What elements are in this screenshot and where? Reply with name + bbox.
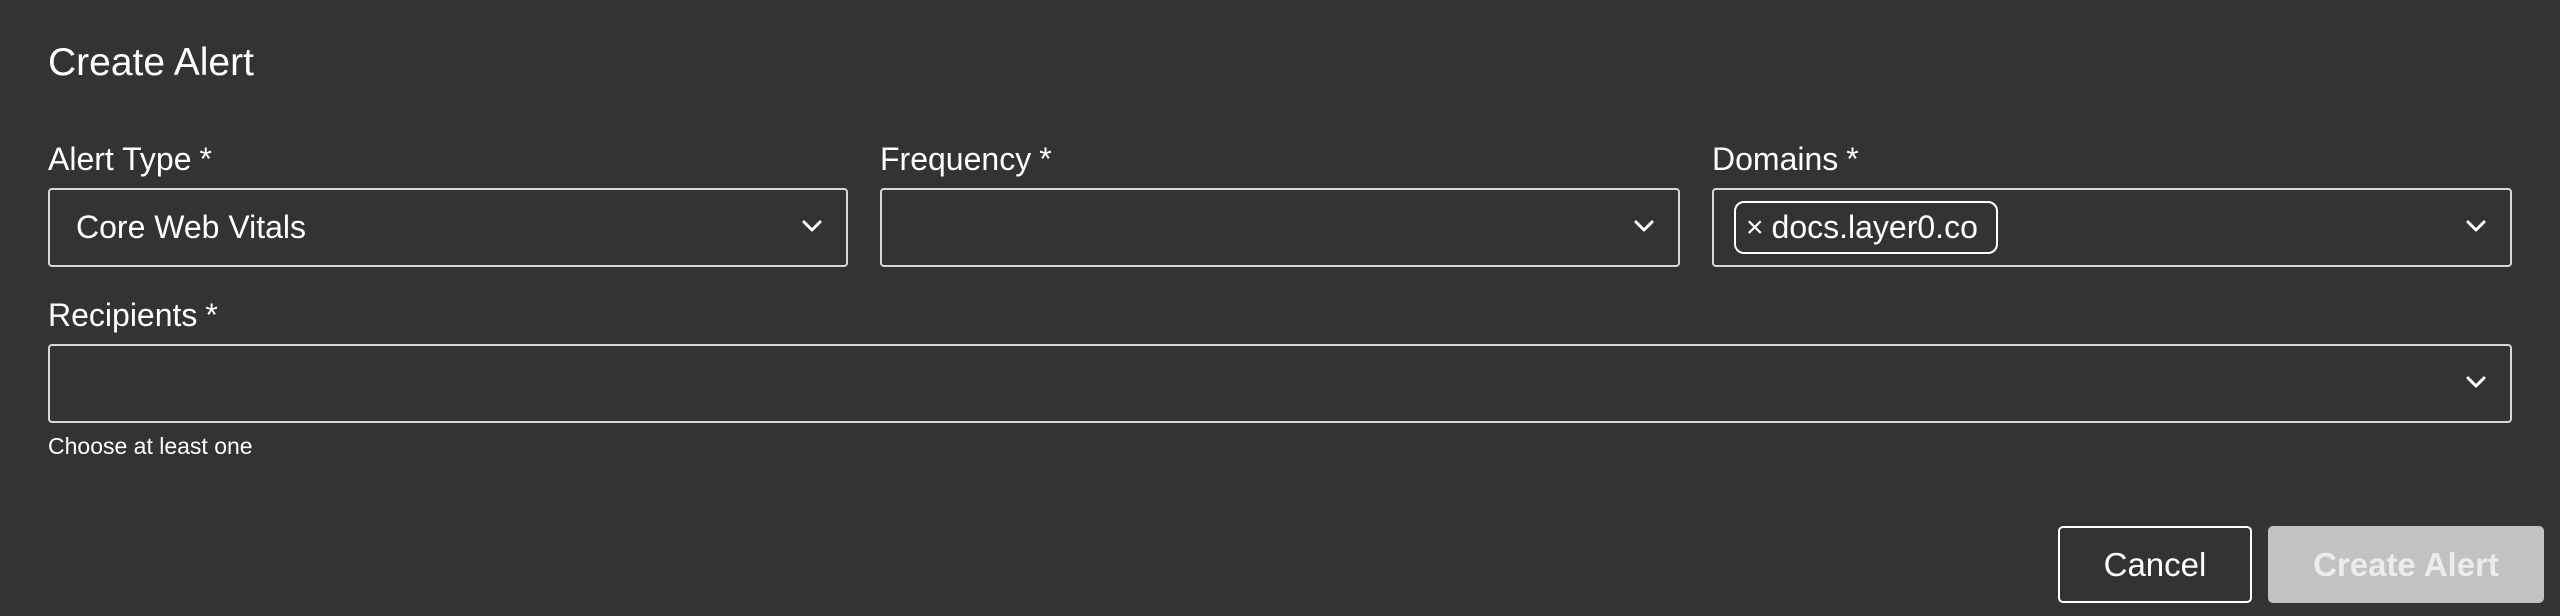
domains-label: Domains * — [1712, 139, 1859, 179]
chevron-down-icon[interactable] — [802, 219, 822, 233]
frequency-label: Frequency * — [880, 139, 1052, 179]
chevron-down-icon[interactable] — [2466, 219, 2486, 233]
alert-type-label-text: Alert Type — [48, 141, 192, 177]
recipients-select[interactable] — [48, 344, 2512, 423]
recipients-helper-text: Choose at least one — [48, 433, 253, 459]
required-mark: * — [205, 297, 218, 333]
required-mark: * — [1039, 141, 1052, 177]
domains-label-text: Domains — [1712, 141, 1839, 177]
alert-type-select[interactable]: Core Web Vitals — [48, 188, 848, 267]
domain-chip-label: docs.layer0.co — [1771, 209, 1978, 245]
alert-type-value: Core Web Vitals — [76, 209, 307, 245]
cancel-button[interactable]: Cancel — [2058, 526, 2252, 603]
create-alert-dialog: Create Alert Alert Type * Core Web Vitals… — [0, 0, 2560, 616]
required-mark: * — [199, 141, 212, 177]
create-alert-button[interactable]: Create Alert — [2268, 526, 2544, 603]
domain-chip[interactable]: × docs.layer0.co — [1734, 201, 1998, 254]
frequency-select[interactable] — [880, 188, 1680, 267]
close-icon[interactable]: × — [1746, 212, 1764, 243]
recipients-label: Recipients * — [48, 295, 218, 335]
frequency-label-text: Frequency — [880, 141, 1032, 177]
recipients-label-text: Recipients — [48, 297, 198, 333]
domains-select[interactable]: × docs.layer0.co — [1712, 188, 2512, 267]
required-mark: * — [1846, 141, 1859, 177]
chevron-down-icon[interactable] — [2466, 375, 2486, 389]
alert-type-label: Alert Type * — [48, 139, 212, 179]
dialog-title: Create Alert — [48, 41, 254, 84]
chevron-down-icon[interactable] — [1634, 219, 1654, 233]
